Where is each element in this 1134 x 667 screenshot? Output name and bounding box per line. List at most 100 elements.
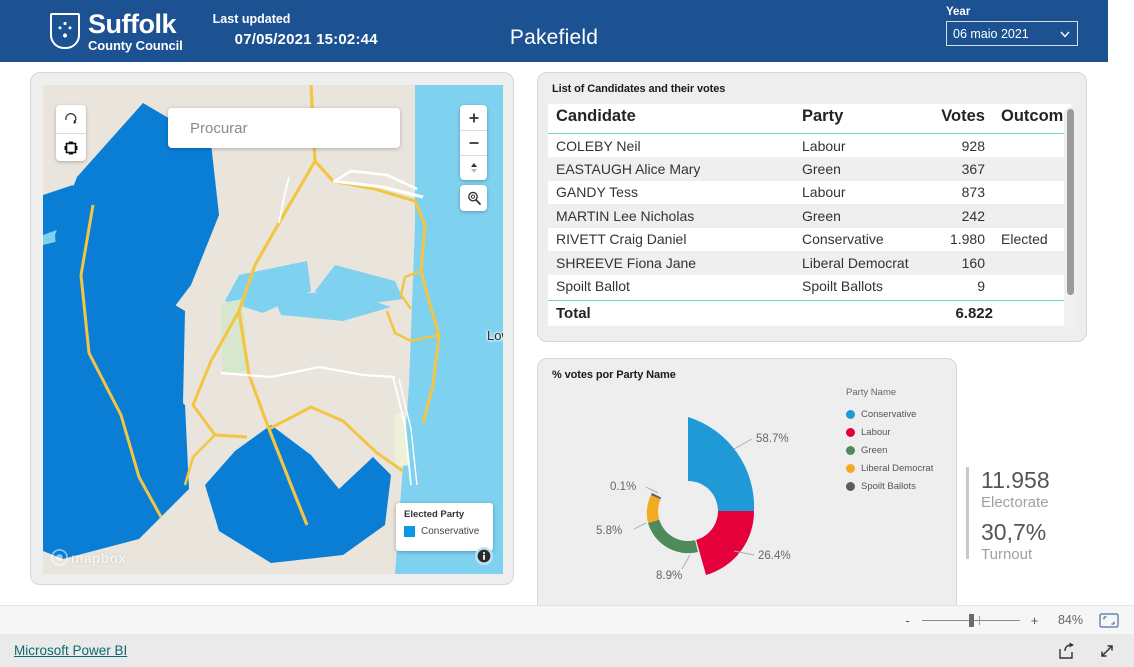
cell-party: Liberal Democrat xyxy=(802,254,909,271)
microsoft-power-bi-link[interactable]: Microsoft Power BI xyxy=(14,643,127,658)
legend-label: Spoilt Ballots xyxy=(861,480,916,492)
map-search-input[interactable] xyxy=(190,119,389,137)
legend-item-spoilt-ballots[interactable]: Spoilt Ballots xyxy=(846,477,956,495)
expand-frame-icon[interactable] xyxy=(56,133,86,161)
cell-outcome xyxy=(993,204,1071,228)
last-updated-label: Last updated xyxy=(212,12,291,27)
table-row[interactable]: SHREEVE Fiona Jane Liberal Democrat 160 xyxy=(548,251,1071,275)
donut-hole xyxy=(658,481,718,541)
legend-label: Green xyxy=(861,444,888,456)
compass-icon[interactable] xyxy=(460,155,487,180)
map-legend-item-label: Conservative xyxy=(421,526,480,537)
column-header-party[interactable]: Party xyxy=(794,104,926,134)
column-header-votes[interactable]: Votes xyxy=(926,104,993,134)
table-header-row: Candidate Party Votes Outcome xyxy=(548,104,1071,134)
map-search-box[interactable] xyxy=(168,108,400,148)
column-header-candidate[interactable]: Candidate xyxy=(548,104,794,134)
table-row[interactable]: GANDY Tess Labour 873 xyxy=(548,180,1071,205)
last-updated-block: Last updated 07/05/2021 15:02:44 xyxy=(213,10,378,51)
candidates-table-scroll-area[interactable]: Candidate Party Votes Outcome COLEBY Nei… xyxy=(548,104,1071,300)
year-dropdown[interactable]: 06 maio 2021 xyxy=(946,21,1078,46)
cell-party: Labour xyxy=(802,184,846,201)
cell-candidate: EASTAUGH Alice Mary xyxy=(556,160,701,177)
column-header-outcome[interactable]: Outcome xyxy=(993,104,1071,134)
chart-legend: Party Name Conservative Labour Green Lib… xyxy=(846,387,956,495)
cell-outcome xyxy=(993,181,1071,205)
legend-label: Liberal Democrat xyxy=(861,462,934,474)
kpi-divider xyxy=(966,467,969,559)
candidates-table-panel: List of Candidates and their votes Candi… xyxy=(537,72,1087,342)
map-legend-item[interactable]: Conservative xyxy=(404,526,485,537)
reset-bearing-icon[interactable] xyxy=(56,105,86,133)
chart-legend-title: Party Name xyxy=(846,387,897,398)
report-canvas: Lowestoft xyxy=(0,62,1134,648)
turnout-label: Turnout xyxy=(981,546,1033,564)
zoom-in-button[interactable]: + xyxy=(1029,613,1040,628)
table-vertical-scrollbar[interactable] xyxy=(1064,107,1077,329)
cell-outcome: Elected xyxy=(1001,231,1048,248)
data-label-green: 8.9% xyxy=(656,570,682,582)
cell-party: Conservative xyxy=(802,231,884,248)
table-row[interactable]: RIVETT Craig Daniel Conservative 1.980 E… xyxy=(548,227,1071,251)
cell-candidate: MARTIN Lee Nicholas xyxy=(556,207,695,224)
turnout-value: 30,7% xyxy=(981,518,1047,545)
total-label: Total xyxy=(556,305,591,322)
fullscreen-arrow-icon[interactable] xyxy=(1098,642,1116,660)
plus-icon[interactable] xyxy=(460,105,487,130)
minus-icon[interactable] xyxy=(460,130,487,155)
map-legend: Elected Party Conservative xyxy=(396,503,493,551)
header-right-filler xyxy=(1108,0,1134,62)
data-label-labour: 26.4% xyxy=(758,550,791,562)
table-row[interactable]: COLEBY Neil Labour 928 xyxy=(548,133,1071,157)
legend-item-green[interactable]: Green xyxy=(846,441,956,459)
legend-item-labour[interactable]: Labour xyxy=(846,423,956,441)
cell-candidate: Spoilt Ballot xyxy=(556,278,630,295)
legend-dot-icon xyxy=(846,427,855,437)
cell-votes: 9 xyxy=(977,278,985,295)
cell-candidate: RIVETT Craig Daniel xyxy=(556,231,687,248)
table-row[interactable]: MARTIN Lee Nicholas Green 242 xyxy=(548,204,1071,228)
map-legend-title: Elected Party xyxy=(404,509,465,520)
mapbox-logo-icon[interactable]: mapbox xyxy=(51,549,126,566)
data-label-conservative: 58.7% xyxy=(756,433,789,445)
suffolk-crest-icon xyxy=(50,13,80,49)
legend-item-liberal-democrat[interactable]: Liberal Democrat xyxy=(846,459,956,477)
map-surface[interactable]: Lowestoft xyxy=(43,85,503,574)
mapbox-attribution-text: mapbox xyxy=(71,549,127,566)
map-left-controls xyxy=(56,105,86,161)
cell-party: Green xyxy=(802,207,841,224)
zoom-out-button[interactable]: - xyxy=(902,613,913,628)
cell-party: Green xyxy=(802,160,841,177)
year-filter: Year 06 maio 2021 xyxy=(946,6,1078,46)
table-row[interactable]: Spoilt Ballot Spoilt Ballots 9 xyxy=(548,274,1071,298)
legend-item-conservative[interactable]: Conservative xyxy=(846,405,956,423)
map-town-label: Lowestoft xyxy=(487,328,503,343)
last-updated-value: 07/05/2021 15:02:44 xyxy=(234,31,378,49)
cell-candidate: COLEBY Neil xyxy=(556,137,641,154)
map-visual-panel[interactable]: Lowestoft xyxy=(30,72,514,585)
cell-votes: 928 xyxy=(961,137,985,154)
map-geometry xyxy=(43,85,503,574)
pie-chart[interactable]: 58.7% 26.4% 8.9% 5.8% 0.1% xyxy=(538,387,838,627)
map-zoom-controls xyxy=(460,105,487,180)
zoom-slider-thumb[interactable] xyxy=(969,613,974,627)
cell-votes: 242 xyxy=(961,207,985,224)
share-icon[interactable] xyxy=(1058,642,1076,660)
magnifier-icon[interactable] xyxy=(460,185,487,211)
electorate-label: Electorate xyxy=(981,494,1049,512)
table-row[interactable]: EASTAUGH Alice Mary Green 367 xyxy=(548,157,1071,181)
cell-outcome xyxy=(993,251,1071,275)
legend-label: Labour xyxy=(861,426,891,438)
fit-to-page-icon[interactable] xyxy=(1098,612,1120,628)
app-header: Suffolk County Council Last updated 07/0… xyxy=(0,0,1108,62)
zoom-slider[interactable] xyxy=(922,613,1020,627)
legend-color-swatch xyxy=(404,526,415,537)
legend-dot-icon xyxy=(846,463,855,473)
suffolk-county-council-logo: Suffolk County Council xyxy=(50,10,183,52)
scrollbar-thumb[interactable] xyxy=(1067,109,1074,295)
cell-candidate: SHREEVE Fiona Jane xyxy=(556,254,697,271)
candidates-table: Candidate Party Votes Outcome COLEBY Nei… xyxy=(548,104,1071,298)
cell-votes: 873 xyxy=(961,184,985,201)
footer-bar: Microsoft Power BI xyxy=(0,634,1134,667)
info-icon[interactable] xyxy=(475,547,493,565)
